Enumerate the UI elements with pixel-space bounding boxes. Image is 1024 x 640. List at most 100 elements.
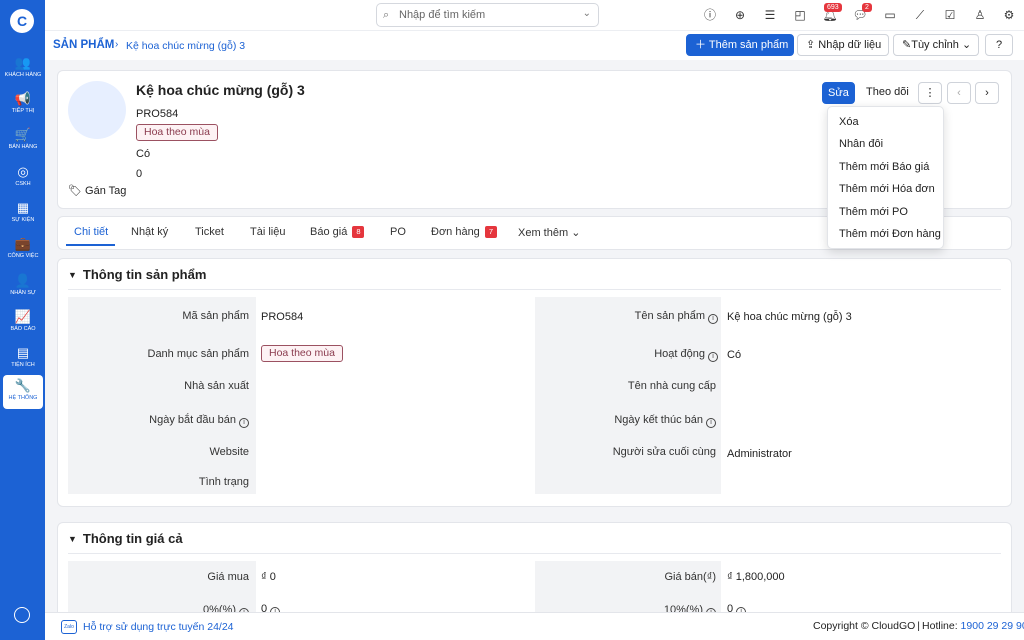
price-info-section: ▼ Thông tin giá cả Giá mua ₫ 0 Giá bán(₫)…	[57, 522, 1012, 622]
app-logo[interactable]: C	[10, 9, 34, 33]
search-input[interactable]	[399, 7, 579, 23]
megaphone-icon: 📢	[14, 91, 32, 106]
menu-item-new-invoice[interactable]: Thêm mới Hóa đơn	[839, 183, 935, 195]
zalo-icon[interactable]: Zalo	[61, 620, 77, 634]
field-value-name: Kệ hoa chúc mừng (gỗ) 3	[727, 311, 852, 323]
follow-button[interactable]: Theo dõi	[858, 82, 915, 104]
tab-quotes[interactable]: Báo giá 8	[310, 226, 365, 238]
product-info-section: ▼ Thông tin sản phẩm Mã sản phẩm PRO584 T…	[57, 258, 1012, 507]
sidebar-item-label: BÁO CÁO	[10, 326, 36, 332]
tab-count-badge: 7	[484, 226, 497, 238]
category-tag[interactable]: Hoa theo mùa	[136, 124, 218, 141]
sidebar-item-events[interactable]: ▦ SỰ KIỆN	[3, 197, 43, 231]
sidebar-item-support[interactable]: ◎ CSKH	[3, 161, 43, 195]
sidebar-item-tasks[interactable]: 💼 CÔNG VIỆC	[3, 233, 43, 267]
cart-icon: 🛒	[14, 127, 32, 142]
sidebar: C 👥 KHÁCH HÀNG 📢 TIẾP THỊ 🛒 BÁN HÀNG ◎ CSKH …	[0, 0, 45, 640]
hotline-number[interactable]: 1900 29 29 90	[961, 620, 1024, 632]
sidebar-item-hr[interactable]: 👤 NHÂN SỰ	[3, 270, 43, 304]
user-icon[interactable]: ♙	[972, 7, 988, 23]
more-actions-button[interactable]: ⋮	[918, 82, 942, 104]
product-active: Có	[136, 148, 151, 160]
person-icon: 👤	[14, 273, 32, 288]
info-icon[interactable]: ⓘ	[702, 7, 718, 23]
import-icon: ⇪	[806, 39, 819, 51]
calendar-icon[interactable]: ▭	[882, 7, 898, 23]
tab-more[interactable]: Xem thêm ⌄	[518, 226, 580, 239]
tab-po[interactable]: PO	[390, 226, 406, 238]
section-header[interactable]: ▼ Thông tin sản phẩm	[68, 267, 206, 282]
field-label-sale-price: Giá bán(₫)	[664, 571, 717, 583]
label-text: Ngày bắt đầu bán	[149, 414, 236, 426]
add-circle-icon[interactable]: ⊕	[732, 7, 748, 23]
label-text: Hoạt động	[654, 348, 705, 360]
product-avatar[interactable]	[68, 81, 126, 139]
tab-count-badge: 8	[352, 226, 365, 238]
next-record-button[interactable]: ›	[975, 82, 999, 104]
assign-tag-button[interactable]: 🏷︎ Gán Tag	[68, 184, 126, 197]
breadcrumb-separator: ›	[115, 39, 119, 50]
footer: Zalo Hỗ trợ sử dụng trực tuyến 24/24 Cop…	[45, 612, 1024, 640]
top-bar: ⌕ ⌄ ⓘ ⊕ ☰ ◰ 🔔︎ 693 💬︎ 2 ▭ ⟋ ☑ ♙ ⚙	[45, 0, 1024, 30]
sidebar-item-label: BÁN HÀNG	[8, 144, 38, 150]
search-icon: ⌕	[383, 9, 390, 21]
tag-icon: 🏷︎	[68, 185, 86, 197]
divider	[68, 553, 1001, 554]
tab-activity-log[interactable]: Nhật ký	[131, 226, 168, 238]
list-icon[interactable]: ☰	[762, 7, 778, 23]
field-label-name: Tên sản phẩm i	[635, 310, 718, 324]
support-link[interactable]: Hỗ trợ sử dụng trực tuyến 24/24	[83, 621, 234, 633]
customize-button[interactable]: ✎Tùy chỉnh ⌄	[893, 34, 979, 56]
sidebar-item-system[interactable]: 🔧 HỆ THỐNG	[3, 375, 43, 409]
sidebar-item-label: SỰ KIỆN	[11, 217, 35, 223]
clock-icon[interactable]	[14, 607, 30, 623]
checkbox-icon[interactable]: ☑	[942, 7, 958, 23]
global-search[interactable]: ⌕ ⌄	[376, 3, 599, 27]
import-data-label: Nhập dữ liệu	[818, 39, 882, 51]
sidebar-item-sales[interactable]: 🛒 BÁN HÀNG	[3, 124, 43, 158]
chevron-down-icon: ⌄	[568, 227, 581, 239]
sidebar-item-utilities[interactable]: ▤ TIỆN ÍCH	[3, 342, 43, 376]
import-data-button[interactable]: ⇪ Nhập dữ liệu	[797, 34, 889, 56]
info-icon[interactable]: i	[706, 418, 716, 428]
previous-record-button[interactable]: ‹	[947, 82, 971, 104]
sidebar-item-reports[interactable]: 📈 BÁO CÁO	[3, 306, 43, 340]
menu-item-new-quote[interactable]: Thêm mới Báo giá	[839, 161, 929, 173]
menu-item-delete[interactable]: Xóa	[839, 116, 859, 128]
section-header[interactable]: ▼ Thông tin giá cả	[68, 531, 183, 546]
chevron-down-icon[interactable]: ⌄	[583, 8, 591, 19]
sidebar-item-label: NHÂN SỰ	[10, 290, 36, 296]
menu-item-new-po[interactable]: Thêm mới PO	[839, 206, 908, 218]
breadcrumb-root[interactable]: SẢN PHẨM	[53, 39, 114, 51]
tab-details[interactable]: Chi tiết	[74, 226, 108, 238]
info-icon[interactable]: i	[708, 314, 718, 324]
field-value-category[interactable]: Hoa theo mùa	[261, 345, 343, 362]
info-icon[interactable]: i	[708, 352, 718, 362]
tab-documents[interactable]: Tài liệu	[250, 226, 285, 238]
add-product-button[interactable]: ＋ Thêm sản phẩm	[686, 34, 794, 56]
gear-icon[interactable]: ⚙	[1001, 7, 1017, 23]
customize-label: Tùy chỉnh	[911, 39, 959, 51]
menu-item-duplicate[interactable]: Nhân đôi	[839, 138, 883, 150]
tab-orders[interactable]: Đơn hàng 7	[431, 226, 497, 238]
help-button[interactable]: ?	[985, 34, 1013, 56]
tab-label: Đơn hàng	[431, 226, 480, 238]
new-window-icon[interactable]: ◰	[792, 7, 808, 23]
chevron-down-icon: ⌄	[958, 39, 972, 51]
sidebar-item-label: CÔNG VIỆC	[7, 253, 39, 259]
toolbox-icon: ▤	[16, 345, 30, 360]
menu-item-new-order[interactable]: Thêm mới Đơn hàng	[839, 228, 941, 240]
line-chart-icon[interactable]: ⟋	[912, 7, 928, 23]
product-title: Kệ hoa chúc mừng (gỗ) 3	[136, 82, 305, 98]
sidebar-item-customers[interactable]: 👥 KHÁCH HÀNG	[3, 52, 43, 86]
tab-ticket[interactable]: Ticket	[195, 226, 224, 238]
sidebar-item-marketing[interactable]: 📢 TIẾP THỊ	[3, 88, 43, 122]
edit-button[interactable]: Sửa	[822, 82, 855, 104]
breadcrumb-bar: SẢN PHẨM › Kệ hoa chúc mừng (gỗ) 3 ＋ Thê…	[45, 30, 1024, 60]
users-icon: 👥	[14, 55, 32, 70]
field-label-active: Hoạt động i	[654, 348, 718, 362]
sidebar-item-label: KHÁCH HÀNG	[4, 72, 42, 78]
info-icon[interactable]: i	[239, 418, 249, 428]
label-text: Tên sản phẩm	[634, 310, 705, 322]
field-label-supplier: Tên nhà cung cấp	[627, 380, 716, 392]
